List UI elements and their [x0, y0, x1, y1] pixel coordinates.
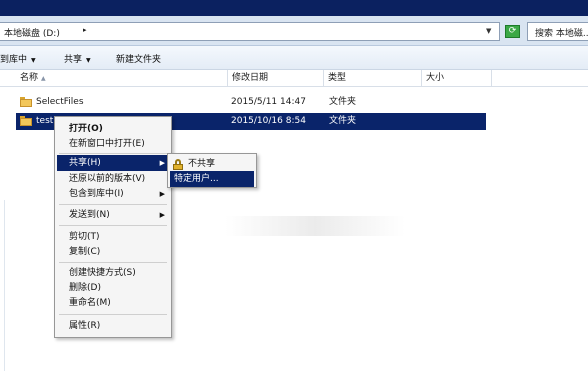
menu-restore-versions[interactable]: 还原以前的版本(V) — [57, 171, 169, 187]
new-folder-button[interactable]: 新建文件夹 — [116, 52, 161, 65]
window-title-bar — [0, 0, 588, 16]
menu-send-to-label: 发送到(N) — [69, 210, 110, 220]
column-name-label: 名称 — [20, 73, 39, 83]
file-row[interactable]: SelectFiles 2015/5/11 14:47 文件夹 — [16, 94, 486, 111]
menu-share-nobody[interactable]: 不共享 — [170, 156, 254, 172]
folder-icon — [20, 97, 32, 107]
address-path[interactable]: 本地磁盘 (D:) — [4, 26, 60, 39]
submenu-arrow-icon: ▶ — [159, 190, 165, 198]
breadcrumb-arrow-icon[interactable]: ▸ — [83, 26, 87, 34]
menu-separator — [59, 153, 167, 154]
share-submenu: 不共享 特定用户... — [167, 153, 257, 188]
sort-up-icon: ▲ — [41, 75, 46, 82]
file-type: 文件夹 — [329, 116, 357, 126]
share-label: 共享 — [64, 55, 83, 65]
file-name: SelectFiles — [36, 97, 84, 107]
chevron-down-icon: ▼ — [86, 57, 91, 64]
menu-send-to[interactable]: 发送到(N) ▶ — [57, 207, 169, 223]
refresh-icon[interactable]: ⟳ — [505, 25, 520, 38]
menu-cut[interactable]: 剪切(T) — [57, 229, 169, 245]
menu-share-nobody-label: 不共享 — [188, 159, 216, 169]
menu-include-library-label: 包含到库中(I) — [69, 189, 124, 199]
menu-rename[interactable]: 重命名(M) — [57, 295, 169, 311]
include-in-library-label: 到库中 — [0, 55, 28, 65]
file-date: 2015/10/16 8:54 — [231, 116, 306, 126]
command-toolbar: 到库中 ▼ 共享 ▼ 新建文件夹 — [0, 46, 588, 70]
menu-open-new-window[interactable]: 在新窗口中打开(E) — [57, 136, 169, 152]
column-type[interactable]: 类型 — [324, 70, 422, 87]
menu-copy[interactable]: 复制(C) — [57, 244, 169, 260]
column-header: 名称 ▲ 修改日期 类型 大小 — [0, 70, 588, 87]
menu-share-specific-people[interactable]: 特定用户... — [170, 171, 254, 187]
menu-separator — [59, 225, 167, 226]
submenu-arrow-icon: ▶ — [159, 159, 165, 167]
file-name: test — [36, 116, 54, 126]
address-dropdown-icon[interactable]: ▼ — [486, 27, 491, 35]
menu-include-library[interactable]: 包含到库中(I) ▶ — [57, 186, 169, 202]
address-bar[interactable]: 本地磁盘 (D:) ▸ ▼ — [0, 22, 500, 41]
menu-create-shortcut[interactable]: 创建快捷方式(S) — [57, 265, 169, 281]
address-row: 本地磁盘 (D:) ▸ ▼ ⟳ 搜索 本地磁... — [0, 16, 588, 46]
column-date[interactable]: 修改日期 — [228, 70, 324, 87]
blurred-region — [225, 216, 405, 236]
menu-separator — [59, 204, 167, 205]
menu-share-label: 共享(H) — [69, 158, 101, 168]
menu-separator — [59, 262, 167, 263]
menu-share[interactable]: 共享(H) ▶ — [57, 155, 169, 171]
file-date: 2015/5/11 14:47 — [231, 97, 306, 107]
context-menu: 打开(O) 在新窗口中打开(E) 共享(H) ▶ 还原以前的版本(V) 包含到库中… — [54, 116, 172, 338]
share-button[interactable]: 共享 ▼ — [64, 52, 91, 65]
menu-separator — [59, 314, 167, 315]
search-placeholder: 搜索 本地磁... — [535, 29, 588, 39]
menu-open[interactable]: 打开(O) — [57, 121, 169, 137]
search-input[interactable]: 搜索 本地磁... — [527, 22, 588, 41]
chevron-down-icon: ▼ — [31, 57, 36, 64]
file-type: 文件夹 — [329, 97, 357, 107]
column-name[interactable]: 名称 ▲ — [16, 70, 228, 87]
include-in-library-button[interactable]: 到库中 ▼ — [0, 52, 36, 65]
folder-icon — [20, 116, 32, 126]
submenu-arrow-icon: ▶ — [159, 211, 165, 219]
menu-properties[interactable]: 属性(R) — [57, 318, 169, 334]
column-size[interactable]: 大小 — [422, 70, 492, 87]
lock-icon — [173, 159, 183, 170]
left-pane-edge — [0, 200, 5, 371]
menu-delete[interactable]: 删除(D) — [57, 280, 169, 296]
